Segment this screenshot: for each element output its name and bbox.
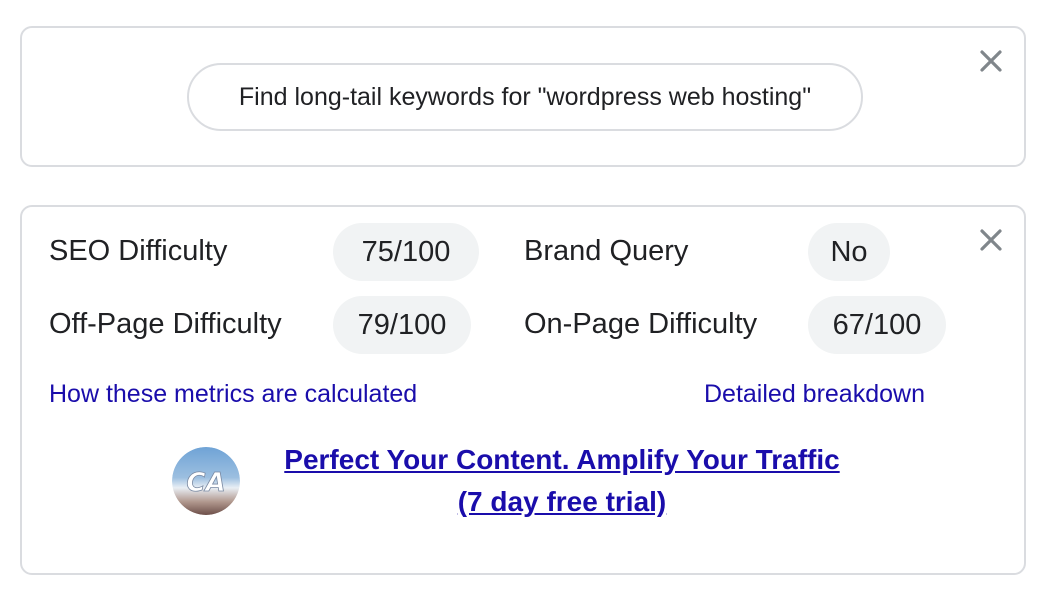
promo-trial-link[interactable]: Perfect Your Content. Amplify Your Traff…: [202, 439, 922, 523]
close-query-card-button[interactable]: [976, 46, 1006, 76]
detailed-breakdown-link[interactable]: Detailed breakdown: [704, 380, 925, 409]
brand-query-value: No: [808, 223, 890, 281]
how-metrics-calculated-link[interactable]: How these metrics are calculated: [49, 380, 417, 409]
query-suggestion-text: Find long-tail keywords for "wordpress w…: [238, 82, 812, 111]
off-page-difficulty-label: Off-Page Difficulty: [49, 308, 282, 340]
metrics-card: SEO Difficulty 75/100 Brand Query No Off…: [20, 205, 1026, 575]
query-card: Find long-tail keywords for "wordpress w…: [20, 26, 1026, 167]
on-page-difficulty-label: On-Page Difficulty: [524, 308, 758, 340]
close-icon: [980, 50, 1002, 72]
promo-line-2: (7 day free trial): [457, 486, 667, 517]
promo-line-1: Perfect Your Content. Amplify Your Traff…: [284, 444, 840, 475]
off-page-difficulty-value: 79/100: [333, 296, 471, 354]
close-icon: [980, 229, 1002, 251]
close-metrics-card-button[interactable]: [976, 225, 1006, 255]
query-suggestion-chip[interactable]: Find long-tail keywords for "wordpress w…: [187, 63, 863, 131]
on-page-difficulty-value: 67/100: [808, 296, 946, 354]
seo-difficulty-value: 75/100: [333, 223, 479, 281]
brand-query-label: Brand Query: [524, 235, 689, 267]
seo-difficulty-label: SEO Difficulty: [49, 235, 228, 267]
